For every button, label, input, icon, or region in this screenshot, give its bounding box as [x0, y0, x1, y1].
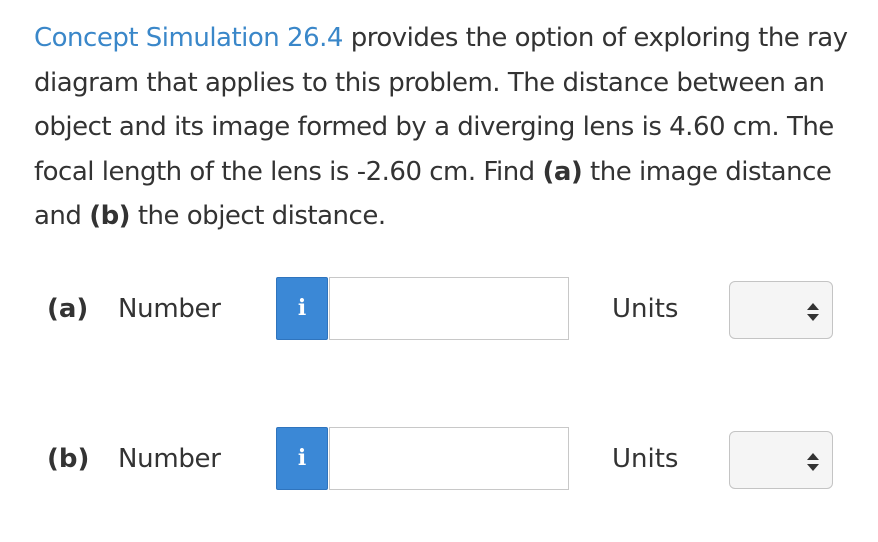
info-icon[interactable]: i: [276, 277, 328, 340]
number-label-a: Number: [118, 294, 221, 324]
units-select-b[interactable]: [729, 431, 833, 489]
problem-statement: Concept Simulation 26.4 provides the opt…: [34, 16, 854, 239]
concept-simulation-link[interactable]: Concept Simulation 26.4: [34, 23, 343, 53]
number-label-b: Number: [118, 444, 221, 474]
number-input-a[interactable]: [329, 277, 569, 340]
info-icon[interactable]: i: [276, 427, 328, 490]
part-label-b: (b): [47, 444, 90, 474]
units-label-b: Units: [612, 444, 679, 474]
number-input-b[interactable]: [329, 427, 569, 490]
units-label-a: Units: [612, 294, 679, 324]
part-b-marker: (b): [89, 201, 131, 231]
answer-row-b: (b) Number i Units: [0, 427, 878, 493]
up-down-arrows-icon: [806, 452, 820, 472]
problem-text-3: the object distance.: [130, 201, 386, 231]
up-down-arrows-icon: [806, 302, 820, 322]
part-label-a: (a): [47, 294, 89, 324]
units-select-a[interactable]: [729, 281, 833, 339]
part-a-marker: (a): [542, 156, 583, 187]
answer-row-a: (a) Number i Units: [0, 277, 878, 343]
